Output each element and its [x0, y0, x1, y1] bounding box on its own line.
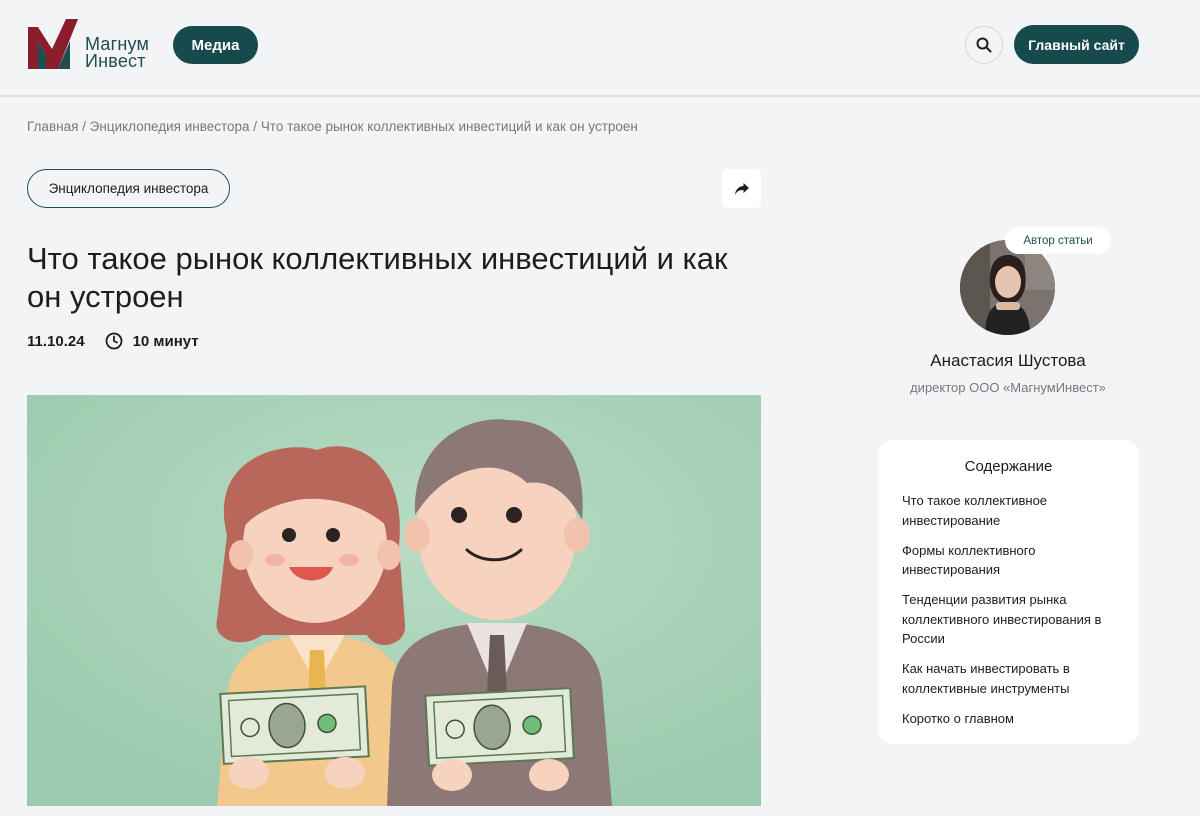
article-date: 11.10.24 — [27, 332, 85, 350]
toc-item[interactable]: Коротко о главном — [902, 709, 1115, 729]
breadcrumb-home[interactable]: Главная — [27, 119, 78, 134]
hero-illustration — [27, 395, 761, 806]
search-icon — [976, 37, 992, 53]
breadcrumb: Главная / Энциклопедия инвестора / Что т… — [27, 119, 638, 134]
author-photo — [960, 240, 1055, 335]
breadcrumb-current: Что такое рынок коллективных инвестиций … — [260, 119, 638, 134]
article-title: Что такое рынок коллективных инвестиций … — [27, 241, 728, 314]
toc-item[interactable]: Тенденции развития рынка коллективного и… — [902, 590, 1115, 649]
media-button[interactable]: Медиа — [173, 26, 258, 64]
category-tag-button[interactable]: Энциклопедия инвестора — [27, 169, 230, 208]
article-hero-image — [27, 395, 761, 806]
table-of-contents: Содержание Что такое коллективное инвест… — [878, 440, 1139, 744]
logo-text: Магнум Инвест — [85, 35, 149, 71]
share-button[interactable] — [722, 169, 761, 208]
toc-item[interactable]: Формы коллективного инвестирования — [902, 541, 1115, 580]
article-read-time: 10 минут — [132, 332, 199, 350]
toc-item[interactable]: Что такое коллективное инвестирование — [902, 491, 1115, 530]
clock-icon — [105, 332, 123, 350]
magnum-invest-logo[interactable]: Магнум Инвест — [28, 19, 158, 71]
share-arrow-icon — [734, 182, 749, 195]
breadcrumb-encyclopedia[interactable]: Энциклопедия инвестора — [90, 119, 250, 134]
author-badge: Автор статьи — [1005, 227, 1111, 254]
site-header: Магнум Инвест Медиа Главный сайт — [0, 0, 1200, 97]
search-button[interactable] — [965, 26, 1003, 64]
article-meta: 11.10.24 10 минут — [27, 331, 199, 351]
author-avatar[interactable] — [960, 240, 1055, 335]
author-name: Анастасия Шустова — [930, 351, 1086, 370]
toc-item[interactable]: Как начать инвестировать в коллективные … — [902, 659, 1115, 698]
breadcrumb-separator: / — [253, 119, 261, 134]
main-site-button[interactable]: Главный сайт — [1014, 25, 1139, 64]
logo-line-2: Инвест — [85, 51, 146, 71]
author-role: директор ООО «МагнумИнвест» — [910, 380, 1106, 395]
breadcrumb-separator: / — [82, 119, 90, 134]
logo-mark-icon — [28, 19, 78, 69]
toc-title: Содержание — [964, 458, 1053, 475]
